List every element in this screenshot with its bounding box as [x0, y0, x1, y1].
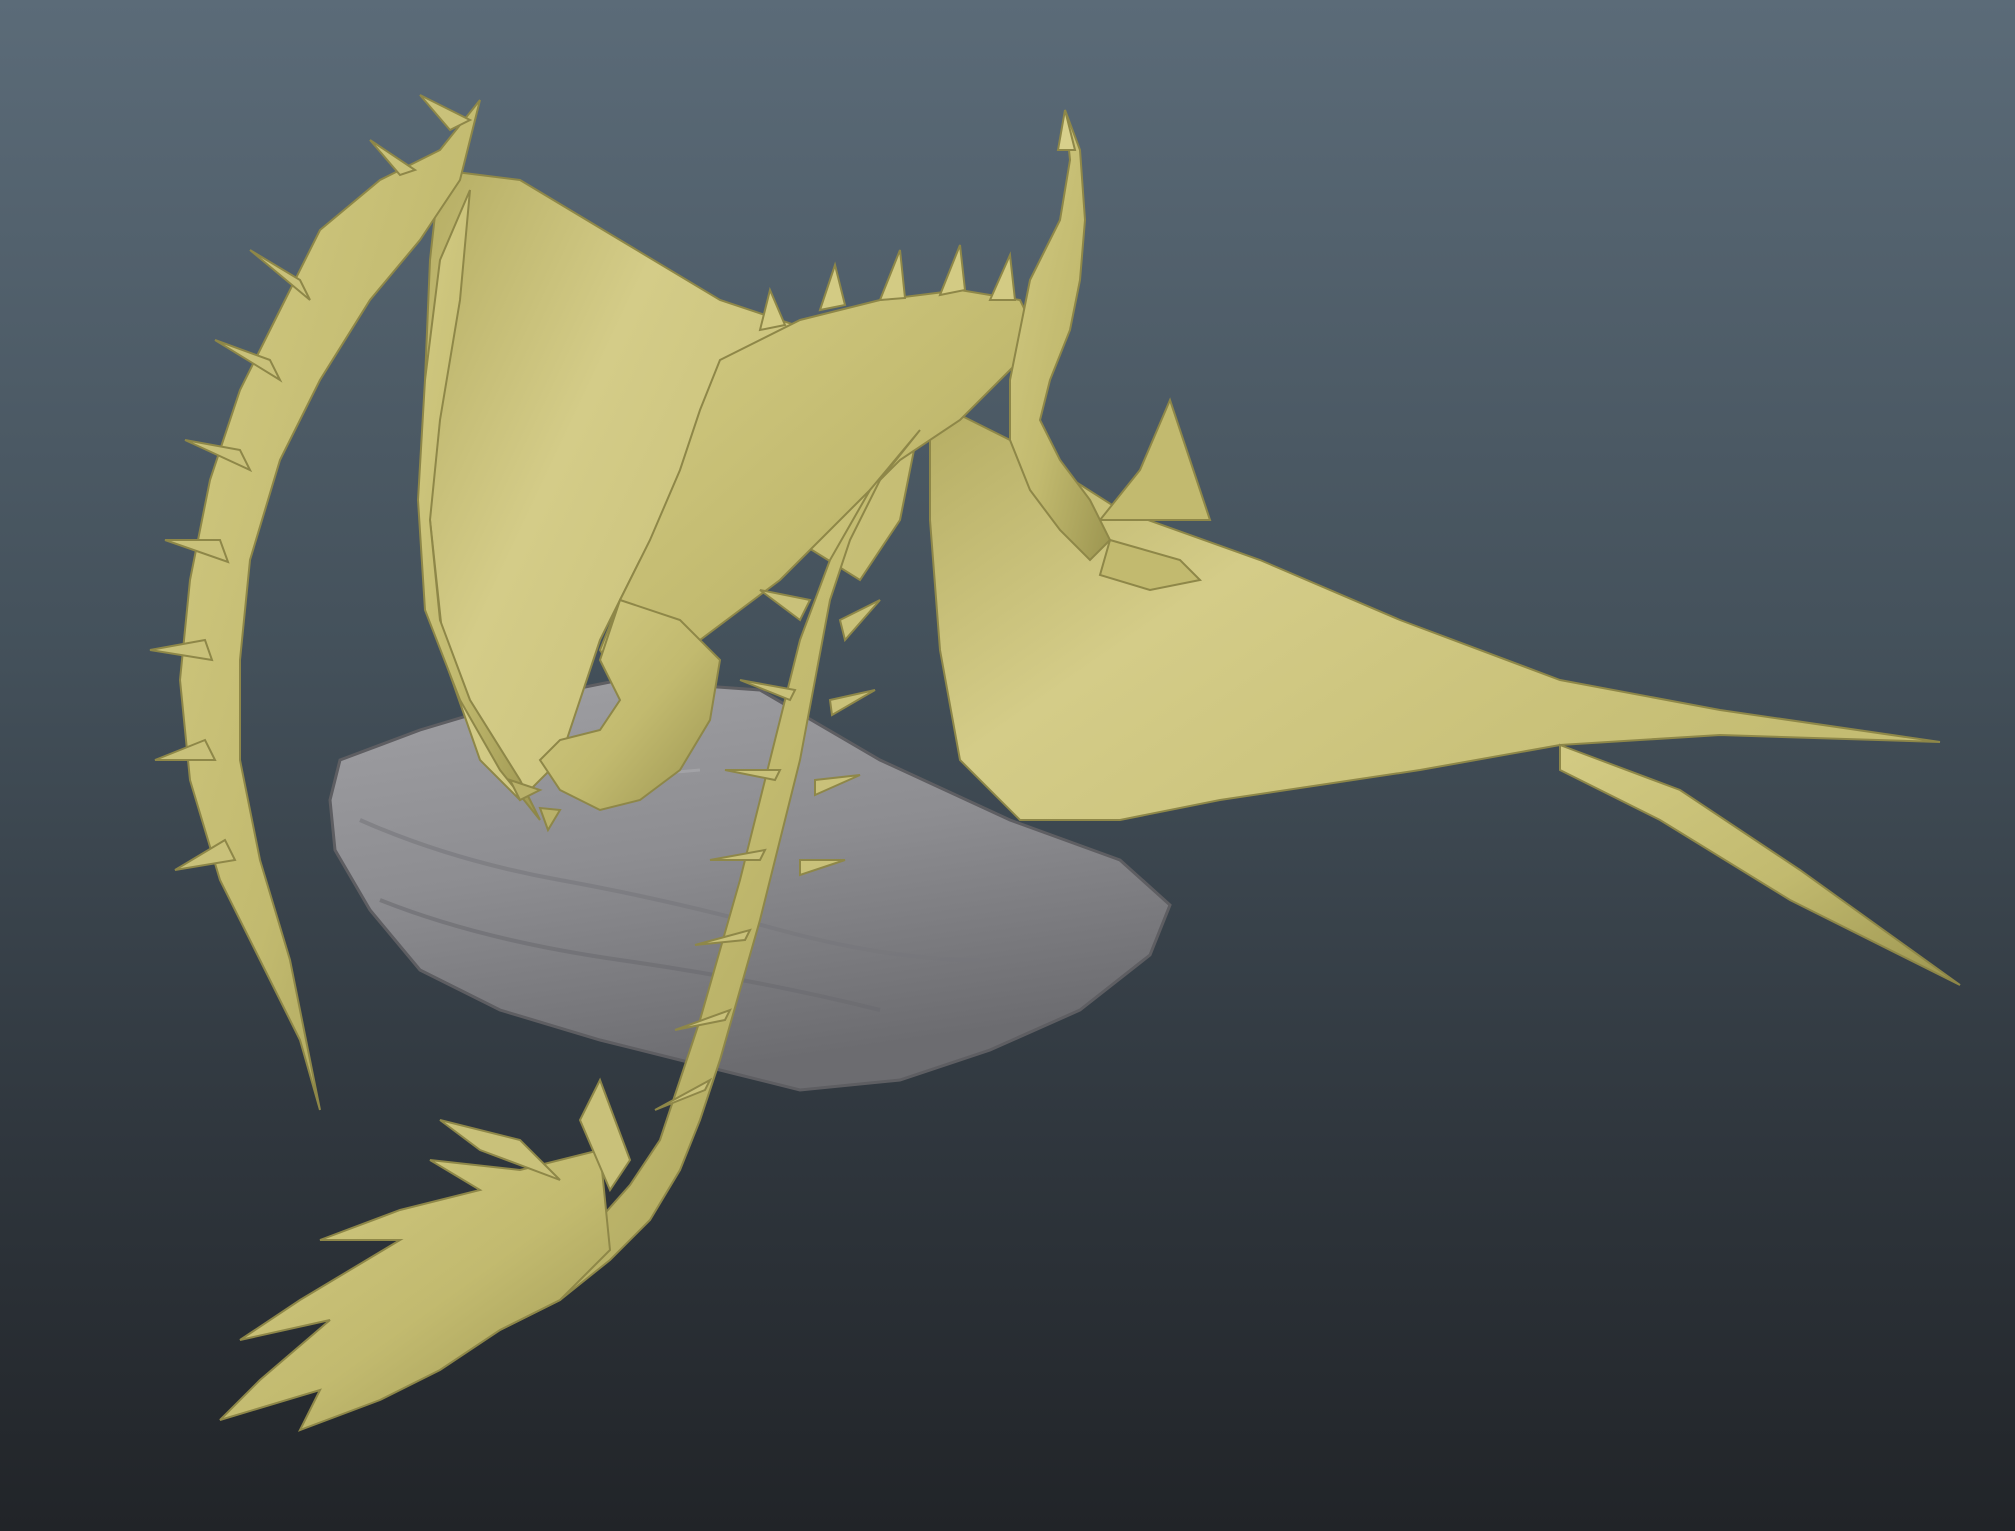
3d-viewport[interactable]: [0, 0, 2015, 1531]
scene-canvas[interactable]: [0, 0, 2015, 1531]
